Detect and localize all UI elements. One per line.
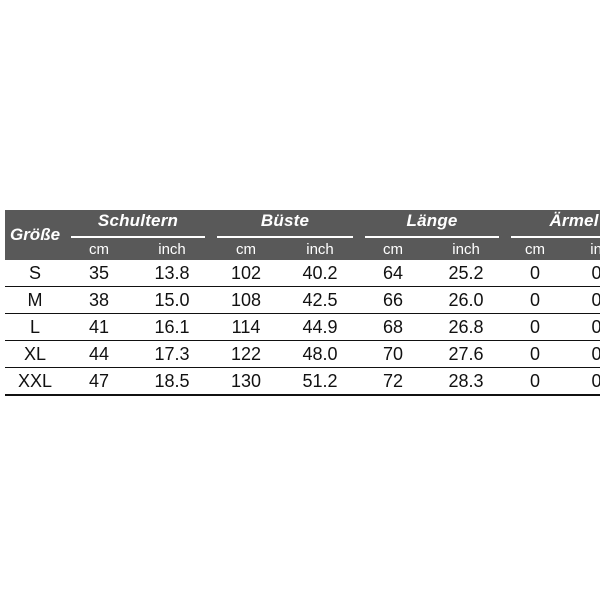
cell-schultern-cm: 44 <box>65 340 133 368</box>
table-row: XXL 47 18.5 130 51.2 72 28.3 0 0.0 <box>5 367 600 396</box>
header-unit-laenge-cm: cm <box>359 238 428 260</box>
cell-laenge-cm: 72 <box>359 367 428 396</box>
header-size-label: Größe <box>5 210 65 260</box>
cell-aermel-cm: 0 <box>505 340 566 368</box>
cell-laenge-inch: 28.3 <box>427 367 506 396</box>
cell-schultern-cm: 38 <box>65 286 133 314</box>
cell-aermel-cm: 0 <box>505 286 566 314</box>
cell-laenge-cm: 66 <box>359 286 428 314</box>
cell-aermel-inch: 0.0 <box>565 340 600 368</box>
cell-laenge-cm: 70 <box>359 340 428 368</box>
header-group-bueste: Büste <box>211 210 360 238</box>
cell-size: M <box>5 286 65 314</box>
cell-schultern-inch: 17.3 <box>133 340 212 368</box>
header-group-row: Größe Schultern Büste Länge Ärmel <box>5 210 600 260</box>
cell-aermel-inch: 0.0 <box>565 286 600 314</box>
cell-size: XXL <box>5 367 65 396</box>
cell-schultern-inch: 16.1 <box>133 313 212 341</box>
header-unit-aermel-cm: cm <box>505 238 566 260</box>
header-unit-row: cm inch cm inch cm inch cm inch <box>5 238 600 260</box>
cell-size: XL <box>5 340 65 368</box>
cell-size: S <box>5 260 65 287</box>
header-group-aermel: Ärmel <box>505 210 600 238</box>
cell-aermel-cm: 0 <box>505 313 566 341</box>
cell-schultern-cm: 41 <box>65 313 133 341</box>
cell-bueste-inch: 48.0 <box>281 340 360 368</box>
table-row: M 38 15.0 108 42.5 66 26.0 0 0.0 <box>5 286 600 314</box>
cell-bueste-cm: 102 <box>211 260 282 287</box>
cell-aermel-inch: 0.0 <box>565 260 600 287</box>
cell-bueste-inch: 40.2 <box>281 260 360 287</box>
cell-laenge-inch: 26.8 <box>427 313 506 341</box>
table-row: XL 44 17.3 122 48.0 70 27.6 0 0.0 <box>5 340 600 368</box>
cell-bueste-inch: 51.2 <box>281 367 360 396</box>
header-unit-aermel-inch: inch <box>565 238 600 260</box>
cell-laenge-inch: 26.0 <box>427 286 506 314</box>
header-unit-schultern-cm: cm <box>65 238 133 260</box>
cell-laenge-cm: 68 <box>359 313 428 341</box>
table-header: Größe Schultern Büste Länge Ärmel cm inc… <box>5 210 600 260</box>
page-root: Größe Schultern Büste Länge Ärmel cm inc… <box>0 0 600 600</box>
cell-laenge-inch: 27.6 <box>427 340 506 368</box>
header-unit-laenge-inch: inch <box>427 238 506 260</box>
cell-aermel-cm: 0 <box>505 260 566 287</box>
header-unit-bueste-cm: cm <box>211 238 282 260</box>
header-group-laenge-label: Länge <box>365 211 500 238</box>
header-group-laenge: Länge <box>359 210 506 238</box>
cell-schultern-cm: 47 <box>65 367 133 396</box>
cell-bueste-inch: 42.5 <box>281 286 360 314</box>
cell-laenge-inch: 25.2 <box>427 260 506 287</box>
header-group-bueste-label: Büste <box>217 211 354 238</box>
cell-bueste-cm: 130 <box>211 367 282 396</box>
cell-bueste-cm: 122 <box>211 340 282 368</box>
cell-bueste-cm: 108 <box>211 286 282 314</box>
cell-schultern-inch: 13.8 <box>133 260 212 287</box>
cell-schultern-inch: 18.5 <box>133 367 212 396</box>
header-unit-bueste-inch: inch <box>281 238 360 260</box>
cell-aermel-inch: 0.0 <box>565 367 600 396</box>
table-row: S 35 13.8 102 40.2 64 25.2 0 0.0 <box>5 260 600 287</box>
cell-laenge-cm: 64 <box>359 260 428 287</box>
cell-aermel-cm: 0 <box>505 367 566 396</box>
header-group-aermel-label: Ärmel <box>511 211 600 238</box>
cell-schultern-inch: 15.0 <box>133 286 212 314</box>
cell-bueste-cm: 114 <box>211 313 282 341</box>
table-body: S 35 13.8 102 40.2 64 25.2 0 0.0 M 38 15… <box>5 260 600 396</box>
cell-schultern-cm: 35 <box>65 260 133 287</box>
header-unit-schultern-inch: inch <box>133 238 212 260</box>
header-group-schultern: Schultern <box>65 210 212 238</box>
size-chart-table: Größe Schultern Büste Länge Ärmel cm inc… <box>5 210 600 396</box>
table-row: L 41 16.1 114 44.9 68 26.8 0 0.0 <box>5 313 600 341</box>
cell-size: L <box>5 313 65 341</box>
header-group-schultern-label: Schultern <box>71 211 206 238</box>
cell-aermel-inch: 0.0 <box>565 313 600 341</box>
cell-bueste-inch: 44.9 <box>281 313 360 341</box>
